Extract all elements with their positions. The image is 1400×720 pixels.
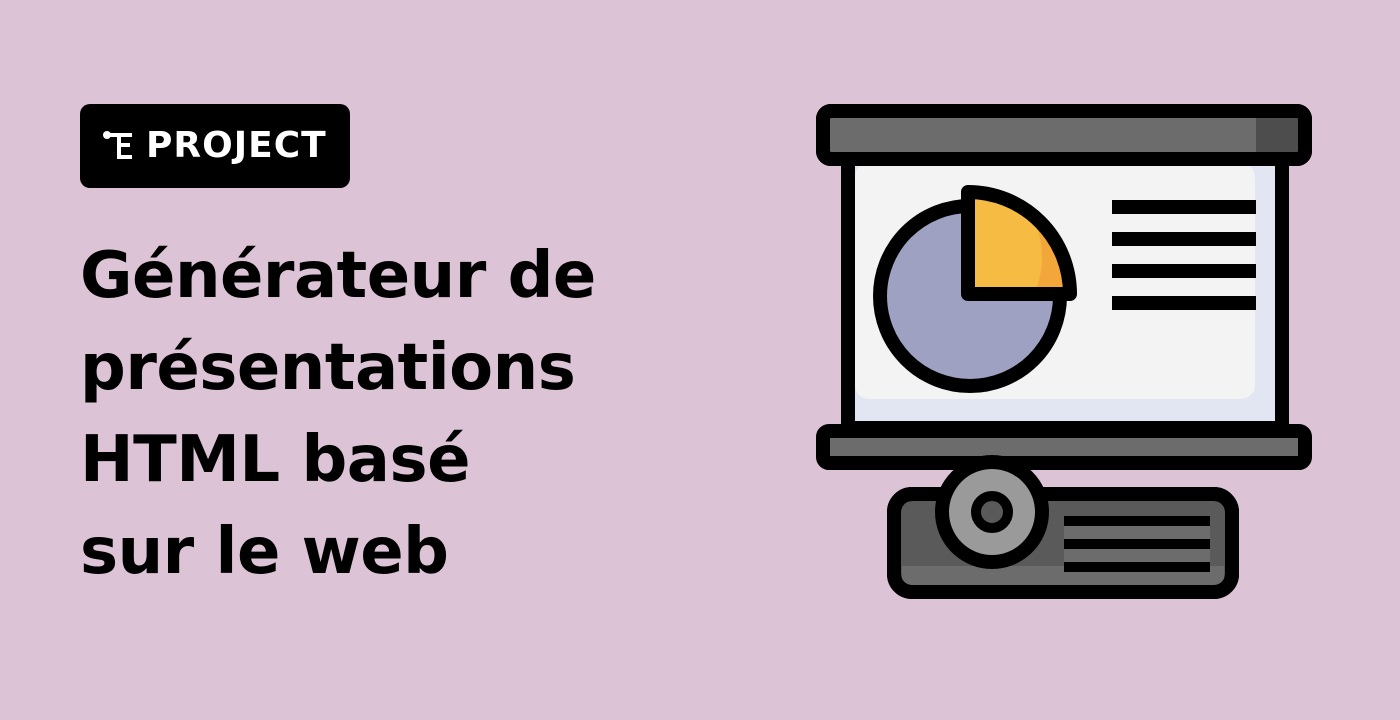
pie-chart-icon <box>873 185 1077 393</box>
project-badge: PROJECT <box>80 104 350 188</box>
presentation-projector-icon <box>816 104 1312 599</box>
title-line-4: sur le web <box>80 515 449 589</box>
labex-logo-icon <box>103 131 132 159</box>
projector-lens <box>935 455 1049 569</box>
title-line-2: présentations <box>80 331 576 405</box>
page-title: Générateur de présentations HTML basé su… <box>80 230 720 598</box>
title-line-3: HTML basé <box>80 423 470 497</box>
screen-top-bar <box>816 104 1312 166</box>
title-line-1: Générateur de <box>80 239 596 313</box>
banner-canvas: PROJECT Générateur de présentations HTML… <box>0 0 1400 720</box>
screen-bottom-bar <box>816 424 1312 470</box>
badge-label: PROJECT <box>146 125 327 166</box>
